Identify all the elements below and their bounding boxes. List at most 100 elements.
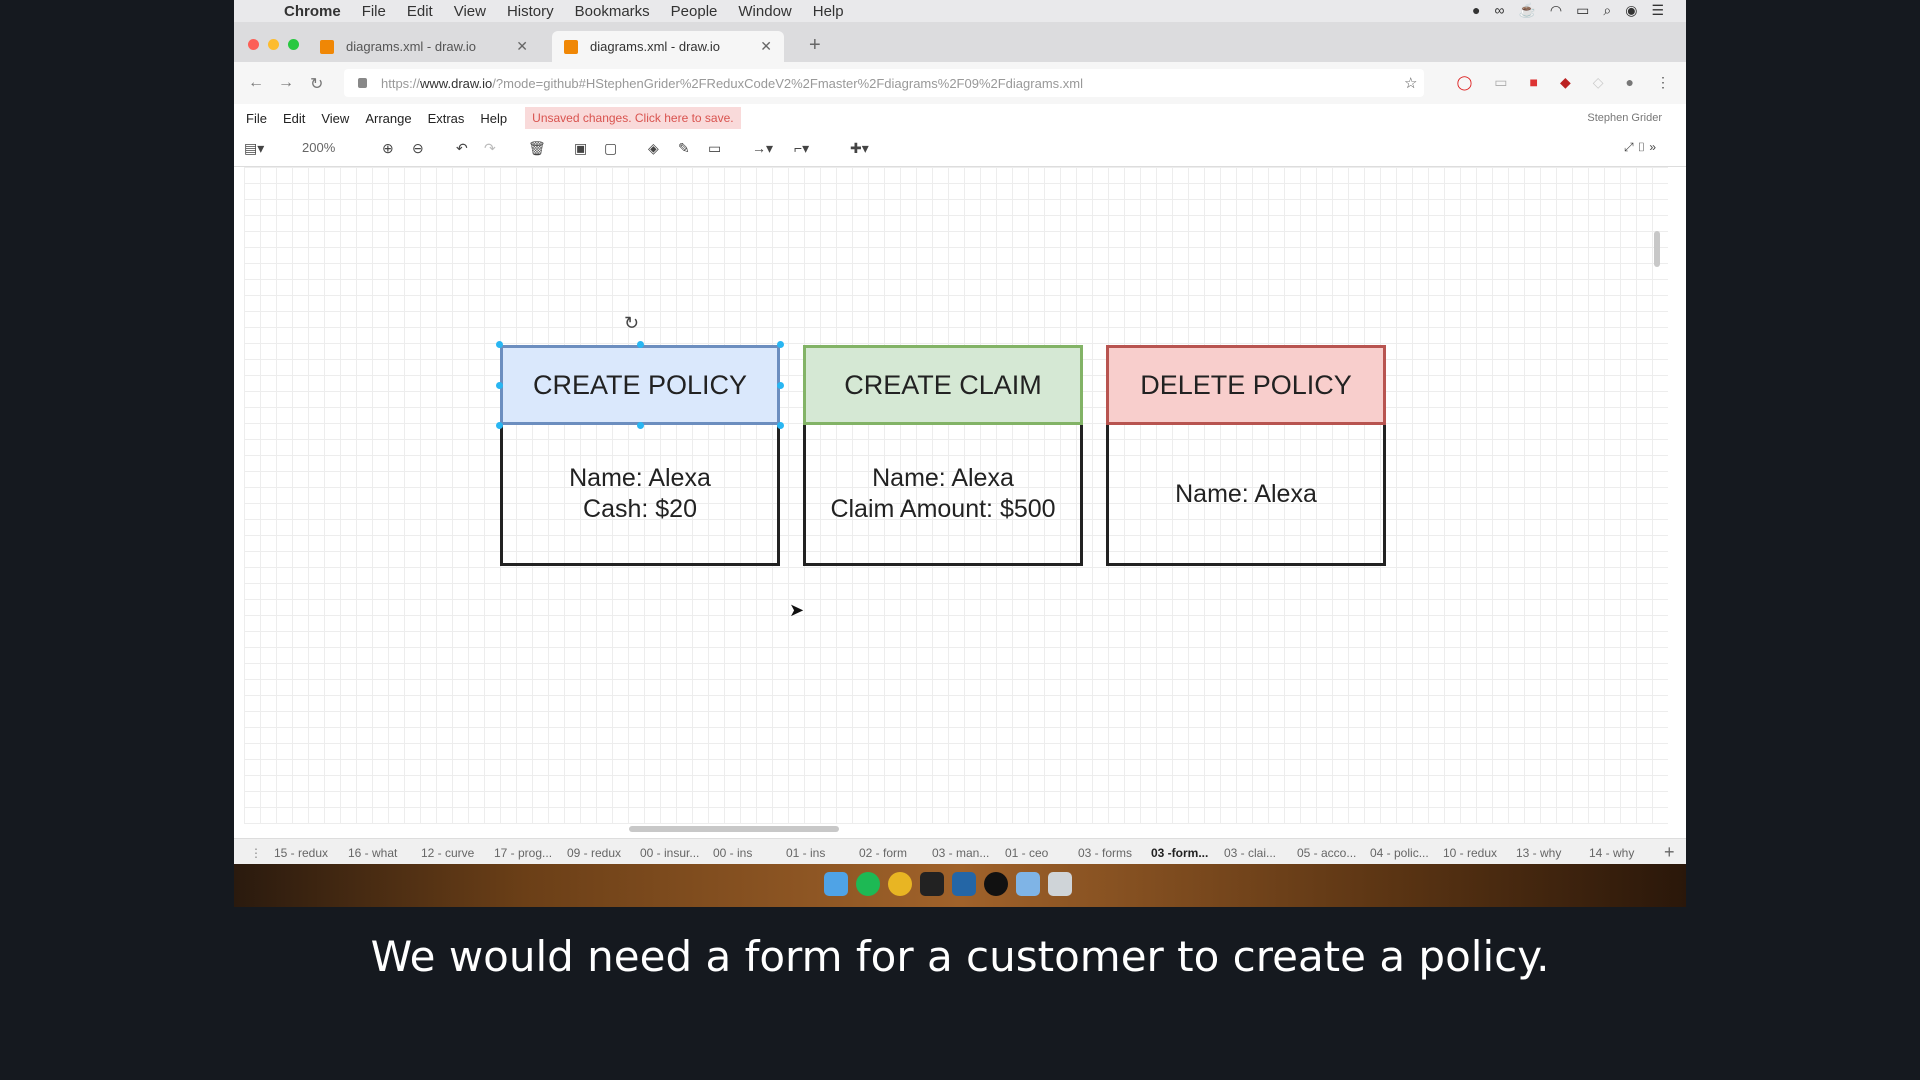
extension-icon[interactable]: ◆ [1560, 74, 1571, 91]
forward-icon[interactable]: → [278, 74, 294, 92]
zoom-window-button[interactable] [288, 39, 299, 50]
new-tab-icon[interactable]: + [809, 34, 821, 57]
page-tab[interactable]: 01 - ins [786, 846, 825, 860]
create-policy-card[interactable]: CREATE POLICY Name: Alexa Cash: $20 [496, 341, 784, 566]
delete-policy-header[interactable]: DELETE POLICY [1106, 345, 1386, 425]
siri-icon[interactable]: ◉ [1625, 2, 1637, 19]
page-tab[interactable]: 09 - redux [567, 846, 621, 860]
user-menu[interactable]: Stephen Grider [1587, 112, 1662, 124]
drawio-menu-file[interactable]: File [246, 111, 267, 126]
obs-icon[interactable] [984, 872, 1008, 896]
selection-handle[interactable] [496, 341, 503, 348]
mac-menu-file[interactable]: File [362, 3, 386, 20]
page-tab[interactable]: 00 - ins [713, 846, 752, 860]
page-tab[interactable]: 05 - acco... [1297, 846, 1356, 860]
vertical-scrollbar[interactable] [1654, 231, 1660, 267]
mac-menu-people[interactable]: People [671, 3, 718, 20]
extension-icon[interactable]: ◇ [1593, 74, 1604, 91]
page-tab[interactable]: 14 - why [1589, 846, 1634, 860]
page-tab[interactable]: 03 - clai... [1224, 846, 1276, 860]
selection-handle[interactable] [496, 382, 503, 389]
undo-icon[interactable]: ↶ [456, 140, 468, 157]
create-policy-body[interactable]: Name: Alexa Cash: $20 [500, 425, 780, 566]
page-tab[interactable]: 17 - prog... [494, 846, 552, 860]
drawio-menu-extras[interactable]: Extras [428, 111, 465, 126]
drawio-menu-arrange[interactable]: Arrange [365, 111, 411, 126]
zoom-out-icon[interactable]: ⊖ [412, 140, 424, 157]
battery-icon[interactable]: ▭ [1576, 2, 1589, 19]
url-field[interactable]: https://www.draw.io/?mode=github#HStephe… [344, 69, 1424, 97]
folder-icon[interactable] [1016, 872, 1040, 896]
mac-menu-app[interactable]: Chrome [284, 3, 341, 20]
browser-tab[interactable]: diagrams.xml - draw.io ✕ [308, 31, 540, 62]
horizontal-scrollbar[interactable] [629, 826, 839, 832]
back-icon[interactable]: ← [248, 74, 264, 92]
line-color-icon[interactable]: ✎ [678, 140, 690, 157]
vscode-icon[interactable] [952, 872, 976, 896]
minimize-window-button[interactable] [268, 39, 279, 50]
drawio-menu-view[interactable]: View [321, 111, 349, 126]
page-tab[interactable]: 15 - redux [274, 846, 328, 860]
page-tab[interactable]: 03 - man... [932, 846, 989, 860]
create-claim-body[interactable]: Name: Alexa Claim Amount: $500 [803, 425, 1083, 566]
delete-policy-card[interactable]: DELETE POLICY Name: Alexa [1106, 345, 1386, 566]
close-window-button[interactable] [248, 39, 259, 50]
selection-handle[interactable] [777, 341, 784, 348]
browser-tab-active[interactable]: diagrams.xml - draw.io ✕ [552, 31, 784, 62]
add-page-icon[interactable]: + [1664, 842, 1675, 863]
selection-handle[interactable] [496, 422, 503, 429]
page-tab-active[interactable]: 03 -form... [1151, 846, 1208, 860]
view-panels-icon[interactable]: ▤▾ [244, 140, 264, 157]
selection-handle[interactable] [777, 382, 784, 389]
mac-menu-help[interactable]: Help [813, 3, 844, 20]
drawio-menu-edit[interactable]: Edit [283, 111, 305, 126]
page-tab[interactable]: 12 - curve [421, 846, 474, 860]
zoom-select[interactable]: 200% [302, 140, 335, 155]
insert-icon[interactable]: ✚▾ [850, 140, 869, 157]
spotify-icon[interactable] [856, 872, 880, 896]
finder-icon[interactable] [824, 872, 848, 896]
mac-menu-bookmarks[interactable]: Bookmarks [575, 3, 650, 20]
page-tab[interactable]: 01 - ceo [1005, 846, 1048, 860]
selection-handle[interactable] [777, 422, 784, 429]
waypoints-icon[interactable]: ⌐▾ [794, 140, 809, 157]
to-front-icon[interactable]: ▣ [574, 140, 587, 157]
glasses-icon[interactable]: ∞ [1495, 2, 1505, 19]
reload-icon[interactable]: ↻ [310, 74, 323, 94]
create-policy-header[interactable]: CREATE POLICY [500, 345, 780, 425]
page-tab[interactable]: 04 - polic... [1370, 846, 1429, 860]
close-tab-icon[interactable]: ✕ [516, 38, 528, 55]
profile-avatar[interactable]: ● [1626, 74, 1634, 91]
page-tab[interactable]: 16 - what [348, 846, 397, 860]
shadow-icon[interactable]: ▭ [708, 140, 721, 157]
fill-color-icon[interactable]: ◈ [648, 140, 659, 157]
create-claim-card[interactable]: CREATE CLAIM Name: Alexa Claim Amount: $… [803, 345, 1083, 566]
close-tab-icon[interactable]: ✕ [760, 38, 772, 55]
extension-icon[interactable]: ■ [1530, 74, 1538, 91]
cup-icon[interactable]: ☕ [1518, 2, 1535, 19]
delete-icon[interactable]: 🗑 [528, 140, 546, 157]
to-back-icon[interactable]: ▢ [604, 140, 617, 157]
page-tab[interactable]: 13 - why [1516, 846, 1561, 860]
page-tab[interactable]: 00 - insur... [640, 846, 699, 860]
opera-extension-icon[interactable]: ◯ [1457, 74, 1473, 91]
create-claim-header[interactable]: CREATE CLAIM [803, 345, 1083, 425]
terminal-icon[interactable] [920, 872, 944, 896]
page-tab[interactable]: 03 - forms [1078, 846, 1132, 860]
rotate-handle-icon[interactable]: ↻ [624, 313, 639, 334]
unsaved-changes-button[interactable]: Unsaved changes. Click here to save. [525, 107, 741, 129]
zoom-in-icon[interactable]: ⊕ [382, 140, 394, 157]
redo-icon[interactable]: ↷ [484, 140, 496, 157]
bookmark-star-icon[interactable]: ☆ [1404, 74, 1417, 92]
selection-handle[interactable] [637, 422, 644, 429]
mac-menu-history[interactable]: History [507, 3, 554, 20]
fullscreen-icon[interactable]: ⤢ ▯ » [1624, 140, 1656, 155]
drawio-menu-help[interactable]: Help [480, 111, 507, 126]
diagram-canvas[interactable]: ↻ CREATE POLICY Name: Alexa Cash: $20 CR… [244, 167, 1668, 824]
app-tray-icon[interactable]: ● [1472, 2, 1480, 19]
notification-center-icon[interactable]: ☰ [1651, 2, 1664, 19]
mac-menu-window[interactable]: Window [738, 3, 791, 20]
connection-icon[interactable]: →▾ [752, 140, 773, 157]
wifi-icon[interactable]: ◠ [1550, 2, 1562, 19]
pages-menu-icon[interactable]: ⋮ [250, 846, 262, 860]
